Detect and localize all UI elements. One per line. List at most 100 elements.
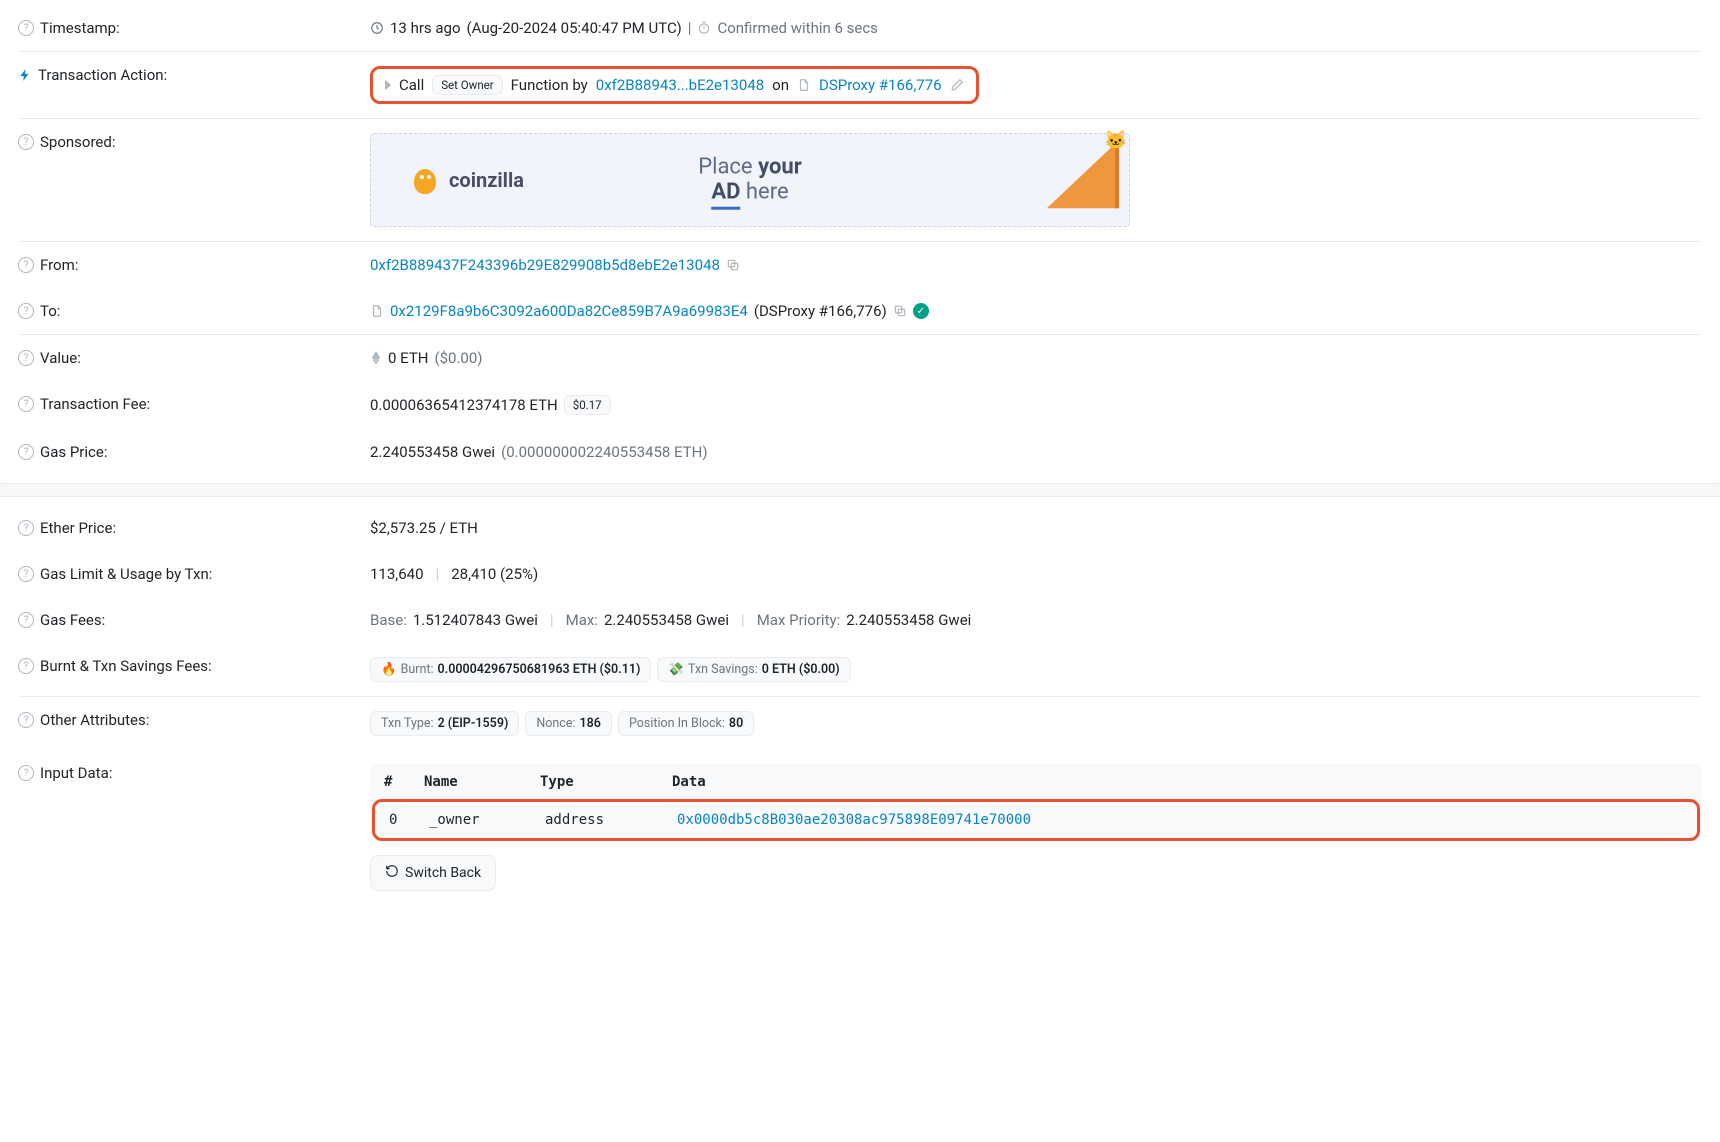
help-icon[interactable]: ?	[18, 612, 34, 628]
clock-icon	[370, 21, 384, 35]
burnt-badge: 🔥 Burnt: 0.00004296750681963 ETH ($0.11)	[370, 657, 651, 682]
row-value: ? Value: 0 ETH ($0.00)	[18, 335, 1702, 381]
section-divider	[0, 483, 1720, 497]
eth-icon	[370, 351, 382, 365]
fire-icon: 🔥	[381, 662, 397, 677]
label-action: Transaction Action:	[38, 66, 167, 84]
gas-usage: 28,410 (25%)	[451, 565, 538, 583]
td-idx: 0	[375, 802, 415, 838]
document-icon	[797, 78, 811, 92]
undo-icon	[385, 864, 399, 882]
row-burnt: ? Burnt & Txn Savings Fees: 🔥 Burnt: 0.0…	[18, 643, 1702, 697]
help-icon[interactable]: ?	[18, 20, 34, 36]
row-gas-price: ? Gas Price: 2.240553458 Gwei (0.0000000…	[18, 429, 1702, 475]
value-amount: 0 ETH	[388, 349, 428, 367]
row-ether-price: ? Ether Price: $2,573.25 / ETH	[18, 505, 1702, 551]
copy-icon[interactable]	[726, 258, 740, 272]
label-gas-fees: Gas Fees:	[40, 611, 105, 629]
base-value: 1.512407843 Gwei	[413, 611, 538, 629]
label-from: From:	[40, 256, 78, 274]
row-timestamp: ? Timestamp: 13 hrs ago (Aug-20-2024 05:…	[18, 5, 1702, 52]
bolt-icon	[18, 68, 32, 82]
td-type: address	[531, 802, 663, 838]
timestamp-full: (Aug-20-2024 05:40:47 PM UTC)	[467, 19, 682, 37]
help-icon[interactable]: ?	[18, 765, 34, 781]
row-gas-fees: ? Gas Fees: Base: 1.512407843 Gwei | Max…	[18, 597, 1702, 643]
money-icon: 💸	[668, 662, 684, 677]
help-icon[interactable]: ?	[18, 520, 34, 536]
td-name: _owner	[415, 802, 531, 838]
timer-icon	[697, 21, 711, 35]
pencil-icon[interactable]	[950, 78, 964, 92]
switch-back-button[interactable]: Switch Back	[370, 855, 496, 891]
label-to: To:	[40, 302, 60, 320]
row-from: ? From: 0xf2B889437F243396b29E829908b5d8…	[18, 242, 1702, 288]
help-icon[interactable]: ?	[18, 396, 34, 412]
label-fee: Transaction Fee:	[40, 395, 150, 413]
sponsored-ad[interactable]: coinzilla Place your AD here 🐱	[370, 133, 1130, 227]
action-fnby: Function by	[511, 76, 588, 94]
label-ether-price: Ether Price:	[40, 519, 116, 537]
timestamp-confirmed: Confirmed within 6 secs	[717, 19, 877, 37]
sponsored-logo: coinzilla	[411, 166, 524, 194]
action-on: on	[772, 76, 789, 94]
action-highlight: Call Set Owner Function by 0xf2B88943...…	[370, 66, 979, 104]
help-icon[interactable]: ?	[18, 566, 34, 582]
gas-limit: 113,640	[370, 565, 424, 583]
help-icon[interactable]: ?	[18, 712, 34, 728]
max-label: Max:	[566, 611, 598, 629]
label-input: Input Data:	[40, 764, 112, 782]
input-data-row-highlight: 0 _owner address 0x0000db5c8B030ae20308a…	[372, 799, 1700, 841]
action-contract-link[interactable]: DSProxy #166,776	[819, 76, 942, 94]
th-idx: #	[370, 764, 410, 800]
to-name: (DSProxy #166,776)	[754, 302, 887, 320]
label-value: Value:	[40, 349, 81, 367]
check-circle-icon: ✓	[913, 303, 929, 319]
help-icon[interactable]: ?	[18, 658, 34, 674]
help-icon[interactable]: ?	[18, 444, 34, 460]
timestamp-ago: 13 hrs ago	[390, 19, 461, 37]
sponsored-corner: 🐱	[1041, 140, 1119, 218]
from-address-link[interactable]: 0xf2B889437F243396b29E829908b5d8ebE2e130…	[370, 256, 720, 274]
action-address-link[interactable]: 0xf2B88943...bE2e13048	[596, 76, 764, 94]
gasprice-eth: (0.000000002240553458 ETH)	[501, 443, 708, 461]
document-icon	[370, 304, 384, 318]
label-gas-limit: Gas Limit & Usage by Txn:	[40, 565, 212, 583]
row-input-data: ? Input Data: # Name Type Data 0 _owner …	[18, 750, 1702, 905]
action-call: Call	[399, 76, 424, 94]
max-value: 2.240553458 Gwei	[604, 611, 729, 629]
input-data-table: # Name Type Data 0 _owner address 0x0000…	[370, 764, 1702, 841]
label-gas-price: Gas Price:	[40, 443, 107, 461]
base-label: Base:	[370, 611, 407, 629]
th-name: Name	[410, 764, 526, 800]
help-icon[interactable]: ?	[18, 303, 34, 319]
to-address-link[interactable]: 0x2129F8a9b6C3092a600Da82Ce859B7A9a69983…	[390, 302, 748, 320]
value-usd: ($0.00)	[434, 349, 482, 367]
td-data[interactable]: 0x0000db5c8B030ae20308ac975898E09741e700…	[663, 802, 1697, 838]
help-icon[interactable]: ?	[18, 257, 34, 273]
coinzilla-icon	[411, 166, 439, 194]
cat-icon: 🐱	[1105, 130, 1127, 151]
sponsored-text: Place your AD here	[698, 155, 802, 206]
nonce-badge: Nonce: 186	[525, 711, 612, 736]
caret-icon	[385, 80, 391, 90]
ether-price-value: $2,573.25 / ETH	[370, 519, 478, 537]
row-gas-limit: ? Gas Limit & Usage by Txn: 113,640 | 28…	[18, 551, 1702, 597]
method-badge[interactable]: Set Owner	[432, 75, 502, 95]
row-sponsored: ? Sponsored: coinzilla Place your AD her…	[18, 119, 1702, 242]
copy-icon[interactable]	[893, 304, 907, 318]
fee-amount: 0.00006365412374178 ETH	[370, 396, 558, 414]
help-icon[interactable]: ?	[18, 134, 34, 150]
gasprice-amount: 2.240553458 Gwei	[370, 443, 495, 461]
fee-usd-badge: $0.17	[564, 395, 611, 415]
savings-badge: 💸 Txn Savings: 0 ETH ($0.00)	[657, 657, 850, 682]
th-type: Type	[526, 764, 658, 800]
label-timestamp: Timestamp:	[40, 19, 120, 37]
row-action: Transaction Action: Call Set Owner Funct…	[18, 52, 1702, 119]
label-sponsored: Sponsored:	[40, 133, 115, 151]
help-icon[interactable]: ?	[18, 350, 34, 366]
position-badge: Position In Block: 80	[618, 711, 754, 736]
label-burnt: Burnt & Txn Savings Fees:	[40, 657, 212, 675]
row-to: ? To: 0x2129F8a9b6C3092a600Da82Ce859B7A9…	[18, 288, 1702, 335]
row-fee: ? Transaction Fee: 0.00006365412374178 E…	[18, 381, 1702, 429]
